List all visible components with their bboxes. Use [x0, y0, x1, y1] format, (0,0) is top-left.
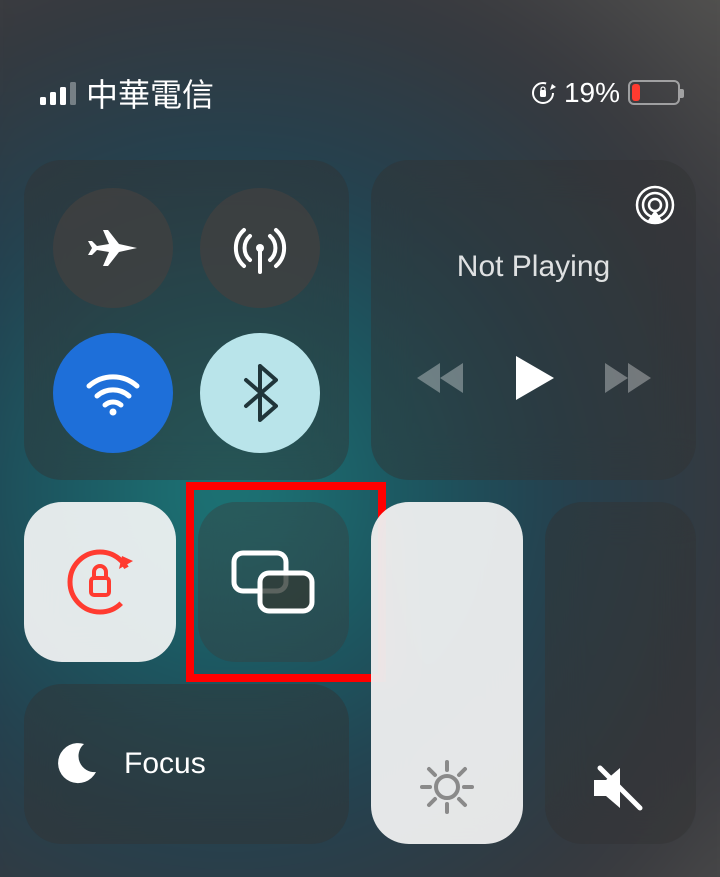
media-title: Not Playing	[457, 250, 610, 284]
sun-icon	[418, 758, 476, 816]
connectivity-panel[interactable]	[24, 160, 349, 480]
orientation-lock-button[interactable]	[24, 502, 176, 662]
play-button[interactable]	[512, 354, 556, 402]
bluetooth-button[interactable]	[200, 333, 320, 453]
control-center-grid: Not Playing	[0, 110, 720, 844]
cellular-data-button[interactable]	[200, 188, 320, 308]
status-right: 19%	[530, 77, 680, 109]
airplane-icon	[85, 220, 141, 276]
media-controls	[391, 354, 676, 402]
brightness-slider[interactable]	[371, 502, 523, 844]
cellular-antenna-icon	[230, 218, 290, 278]
battery-icon	[628, 80, 680, 105]
screen-mirroring-button[interactable]	[198, 502, 350, 662]
volume-slider[interactable]	[545, 502, 697, 844]
rotation-lock-icon	[61, 543, 139, 621]
rewind-button[interactable]	[415, 358, 465, 398]
screen-mirroring-icon	[230, 549, 316, 615]
moon-icon	[52, 740, 100, 788]
forward-button[interactable]	[603, 358, 653, 398]
status-left: 中華電信	[40, 70, 214, 116]
wifi-button[interactable]	[53, 333, 173, 453]
airplane-mode-button[interactable]	[53, 188, 173, 308]
focus-label: Focus	[124, 747, 206, 781]
carrier-label: 中華電信	[86, 70, 214, 116]
rotation-lock-status-icon	[530, 80, 556, 106]
airplay-icon[interactable]	[634, 184, 676, 226]
mute-icon	[588, 760, 652, 816]
status-bar: 中華電信 19%	[0, 0, 720, 110]
bluetooth-icon	[242, 364, 278, 422]
wifi-icon	[83, 368, 143, 418]
media-panel[interactable]: Not Playing	[371, 160, 696, 480]
focus-button[interactable]: Focus	[24, 684, 349, 844]
battery-percent-label: 19%	[564, 77, 620, 109]
signal-bars-icon	[40, 81, 76, 105]
